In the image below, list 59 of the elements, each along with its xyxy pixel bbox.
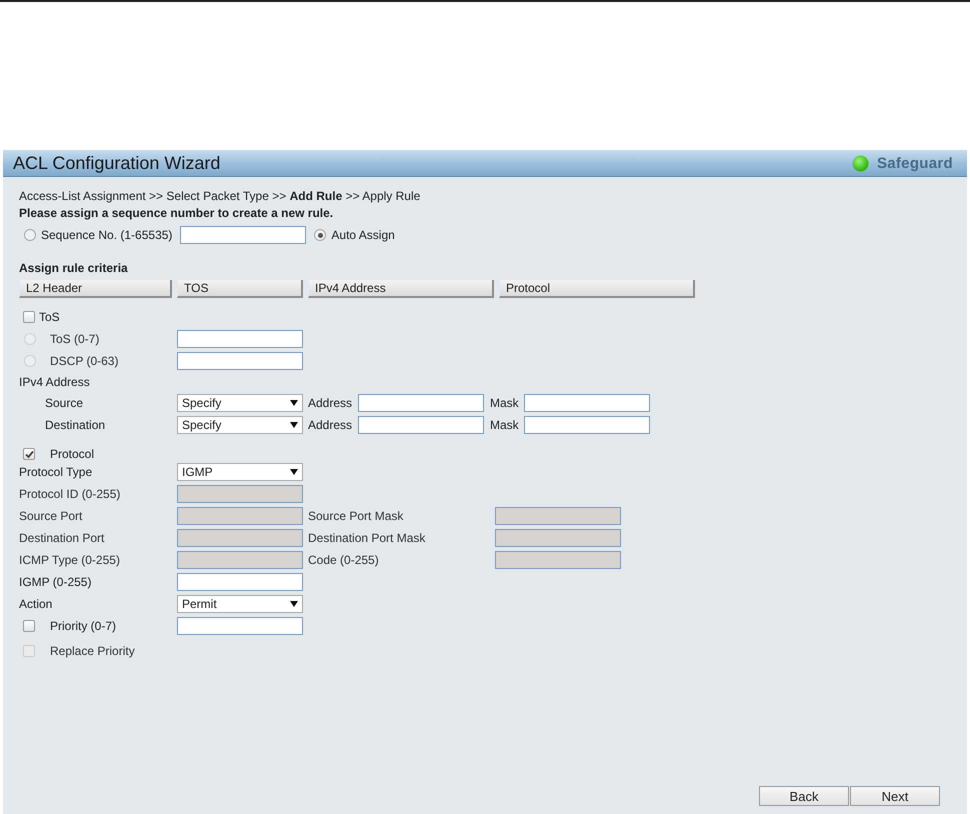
wizard-button[interactable]: Next (850, 786, 940, 806)
field-label: ToS (0-7) (50, 332, 100, 346)
window-title: ACL Configuration Wizard (13, 152, 220, 174)
checkbox[interactable] (23, 448, 35, 460)
field-label: Replace Priority (50, 644, 135, 658)
field-label: DSCP (0-63) (50, 354, 118, 368)
dropdown[interactable]: Permit (177, 595, 303, 613)
safeguard-label: Safeguard (876, 154, 953, 172)
input-field[interactable] (177, 352, 303, 370)
radio-button[interactable] (24, 229, 36, 241)
field-label: Protocol Type (19, 465, 94, 479)
caret-icon (290, 400, 298, 406)
criteria-tab[interactable]: L2 Header (19, 280, 172, 298)
caret-icon (290, 422, 298, 428)
field-label: Address (307, 418, 354, 432)
field-label: IGMP (0-255) (19, 575, 92, 589)
input-field[interactable] (177, 573, 303, 591)
dropdown[interactable]: Specify (177, 394, 303, 412)
field-label: Action (19, 597, 54, 611)
criteria-tab[interactable]: IPv4 Address (308, 280, 494, 298)
field-label: Source Port (19, 509, 84, 523)
field-label: Source Port Mask (307, 509, 404, 523)
section-title: Assign rule criteria (19, 260, 128, 274)
checkbox[interactable] (23, 311, 35, 323)
breadcrumb: Access-List Assignment >> Select Packet Type >> Add Rule >> Apply Rule (19, 188, 420, 202)
radio-label: Auto Assign (331, 228, 395, 242)
dropdown[interactable]: IGMP (177, 463, 303, 481)
address-field[interactable] (358, 394, 484, 412)
field-label: Protocol (50, 447, 94, 461)
radio-label: Sequence No. (1-65535) (41, 228, 172, 242)
radio-button[interactable] (314, 229, 326, 241)
field-label: Mask (489, 418, 520, 432)
mask-field[interactable] (524, 394, 650, 412)
field-label: Mask (489, 396, 520, 410)
field-label: Destination Port (19, 531, 106, 545)
dropdown[interactable]: Specify (177, 416, 303, 434)
field-label: ICMP Type (0-255) (19, 553, 121, 567)
field-label: IPv4 Address (19, 375, 91, 389)
caret-icon (290, 469, 298, 475)
mask-field[interactable] (524, 416, 650, 434)
field-label: ToS (39, 310, 60, 324)
caret-icon (290, 601, 298, 607)
field-label: Address (307, 396, 354, 410)
input-field[interactable] (177, 330, 303, 348)
instruction-text: Please assign a sequence number to create a new rule. (19, 206, 334, 220)
address-field[interactable] (358, 416, 484, 434)
field-label: Destination (44, 418, 106, 432)
sequence-field[interactable] (180, 226, 306, 244)
field-label: Code (0-255) (307, 553, 380, 567)
input-field[interactable] (177, 617, 303, 635)
criteria-tab[interactable]: Protocol (499, 280, 695, 298)
field-label: Protocol ID (0-255) (19, 487, 122, 501)
wizard-button[interactable]: Back (759, 786, 849, 806)
status-indicator-icon (852, 154, 869, 172)
field-label: Priority (0-7) (50, 619, 116, 633)
checkbox[interactable] (23, 620, 35, 632)
field-label: Destination Port Mask (307, 531, 426, 545)
field-label: Source (44, 396, 84, 410)
criteria-tab[interactable]: TOS (177, 280, 303, 298)
